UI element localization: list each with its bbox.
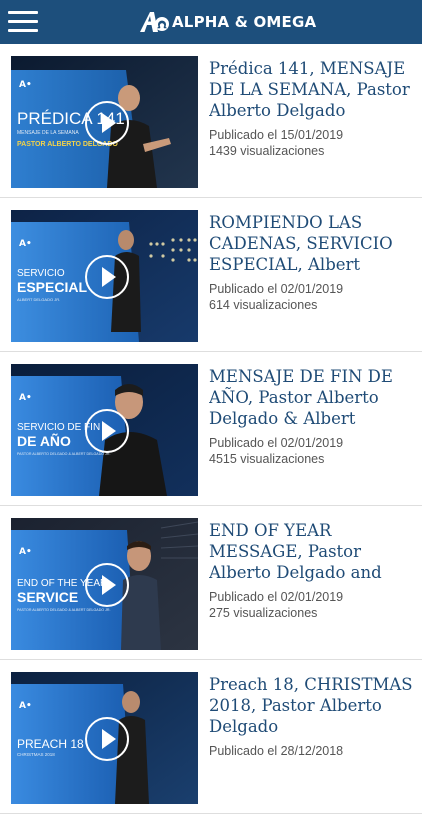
- video-thumbnail[interactable]: A• PRÉDICA 141 MENSAJE DE LA SEMANA PAST…: [11, 56, 198, 188]
- video-thumbnail[interactable]: A• SERVICIO ESPECIAL ALBERT DELGADO JR.: [11, 210, 198, 342]
- thumb-logo-text: A•: [19, 393, 32, 403]
- hamburger-menu-icon[interactable]: [8, 11, 38, 33]
- video-title[interactable]: Preach 18, CHRISTMAS 2018, Pastor Albert…: [209, 674, 415, 737]
- play-icon[interactable]: [85, 717, 129, 761]
- video-thumbnail[interactable]: A• PREACH 18 CHRISTMAS 2018: [11, 672, 198, 804]
- thumb-line2: CHRISTMAS 2018: [17, 752, 55, 757]
- thumb-logo-text: A•: [19, 239, 32, 249]
- thumb-line1: SERVICIO: [17, 268, 65, 279]
- play-icon[interactable]: [85, 255, 129, 299]
- alpha-omega-logo-icon: [140, 12, 169, 32]
- play-icon[interactable]: [85, 563, 129, 607]
- video-title[interactable]: Prédica 141, MENSAJE DE LA SEMANA, Pasto…: [209, 58, 415, 121]
- view-count: 275 visualizaciones: [209, 606, 318, 620]
- video-thumbnail[interactable]: A• SERVICIO DE FIN DE AÑO PASTOR ALBERTO…: [11, 364, 198, 496]
- thumb-line3: PASTOR ALBERTO DELGADO & ALBERT DELGADO …: [17, 452, 110, 456]
- video-title[interactable]: END OF YEAR MESSAGE, Pastor Alberto Delg…: [209, 520, 415, 583]
- video-list-item[interactable]: A• SERVICIO ESPECIAL ALBERT DELGADO JR. …: [0, 198, 422, 352]
- video-thumbnail[interactable]: A• END OF THE YEAR SERVICE PASTOR ALBERT…: [11, 518, 198, 650]
- publish-date: Publicado el 15/01/2019: [209, 128, 344, 142]
- video-title[interactable]: ROMPIENDO LAS CADENAS, SERVICIO ESPECIAL…: [209, 212, 415, 275]
- thumb-line2: MENSAJE DE LA SEMANA: [17, 130, 79, 136]
- thumb-line3: PASTOR ALBERTO DELGADO & ALBERT DELGADO …: [17, 608, 110, 612]
- publish-date: Publicado el 02/01/2019: [209, 436, 344, 450]
- thumb-logo-text: A•: [19, 547, 32, 557]
- play-icon[interactable]: [85, 409, 129, 453]
- thumb-logo-text: A•: [19, 701, 32, 711]
- thumb-line2: SERVICE: [17, 589, 78, 605]
- view-count: 4515 visualizaciones: [209, 452, 325, 466]
- thumb-line1: PREACH 18: [17, 737, 84, 751]
- publish-date: Publicado el 28/12/2018: [209, 744, 344, 758]
- thumb-line2: DE AÑO: [17, 432, 71, 449]
- brand-name: ALPHA & OMEGA: [172, 13, 317, 31]
- app-header: ALPHA & OMEGA: [0, 0, 422, 44]
- view-count: 614 visualizaciones: [209, 298, 318, 312]
- publish-date: Publicado el 02/01/2019: [209, 590, 344, 604]
- video-list-item[interactable]: A• PRÉDICA 141 MENSAJE DE LA SEMANA PAST…: [0, 44, 422, 198]
- video-list-item[interactable]: A• PREACH 18 CHRISTMAS 2018 Preach 18, C…: [0, 660, 422, 814]
- play-icon[interactable]: [85, 101, 129, 145]
- thumb-line2: ESPECIAL: [17, 279, 87, 295]
- thumb-logo-text: A•: [19, 80, 32, 90]
- video-list-item[interactable]: A• END OF THE YEAR SERVICE PASTOR ALBERT…: [0, 506, 422, 660]
- publish-date: Publicado el 02/01/2019: [209, 282, 344, 296]
- video-list-item[interactable]: A• SERVICIO DE FIN DE AÑO PASTOR ALBERTO…: [0, 352, 422, 506]
- view-count: 1439 visualizaciones: [209, 144, 325, 158]
- thumb-line3: ALBERT DELGADO JR.: [17, 297, 60, 302]
- video-title[interactable]: MENSAJE DE FIN DE AÑO, Pastor Alberto De…: [209, 366, 415, 429]
- brand-logo[interactable]: ALPHA & OMEGA: [138, 10, 316, 34]
